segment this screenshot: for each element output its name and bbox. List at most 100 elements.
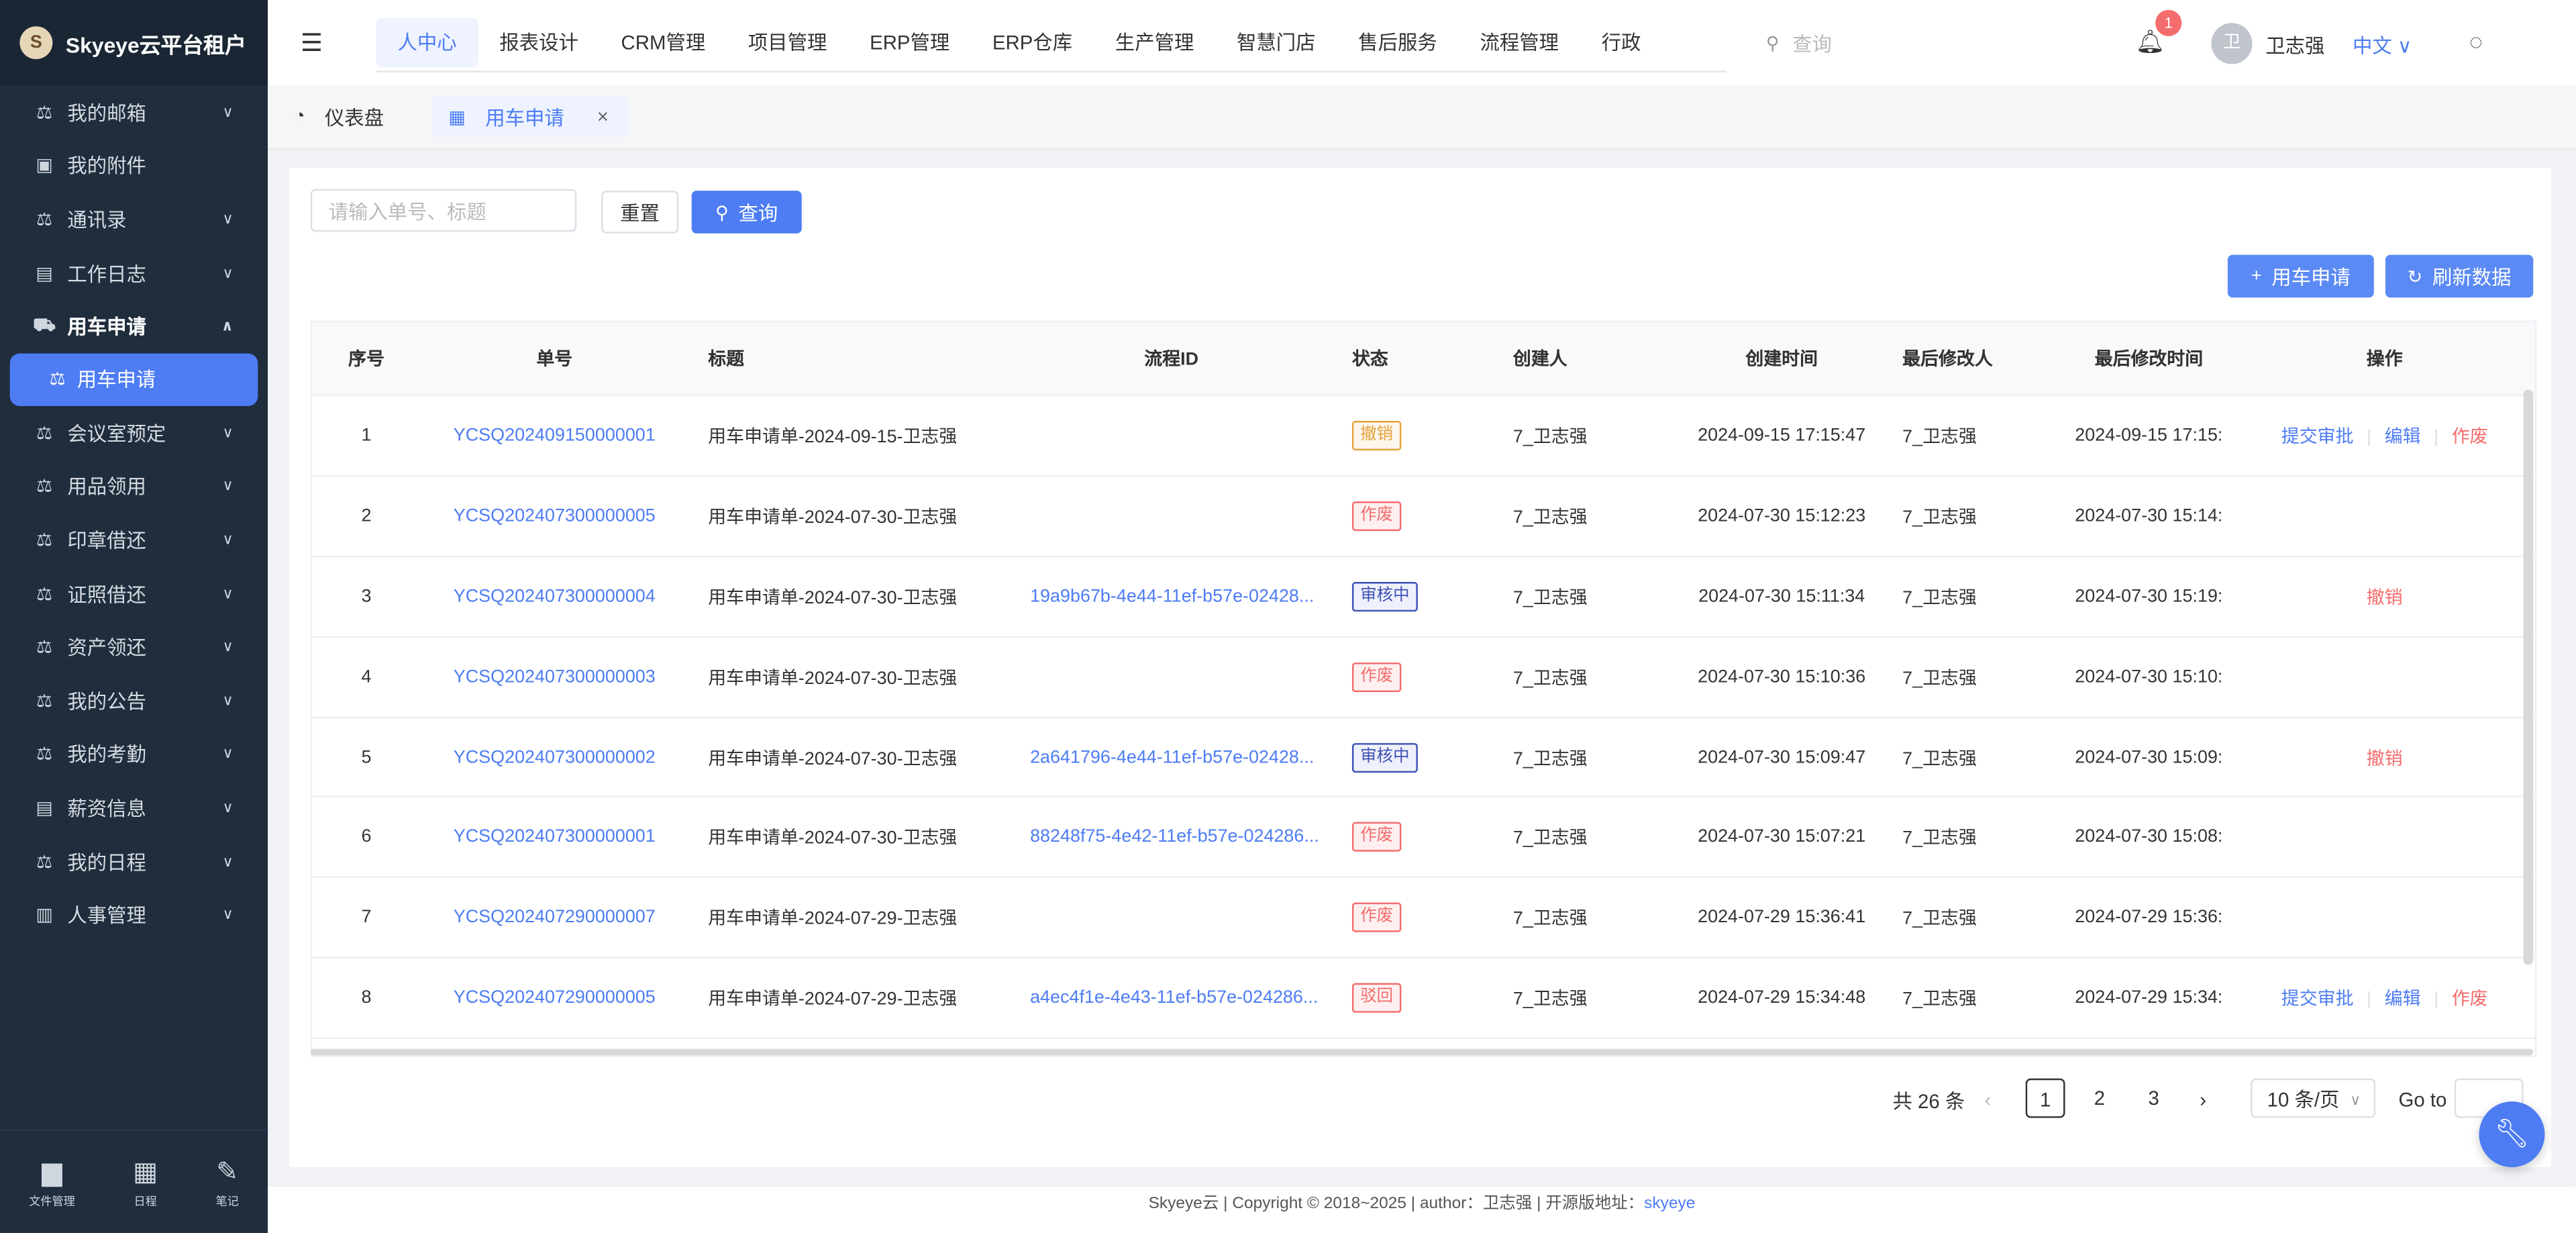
- top-nav-item[interactable]: 生产管理: [1094, 18, 1215, 67]
- submit-approval-button[interactable]: 提交审批: [2281, 990, 2354, 1009]
- action-separator: |: [2434, 989, 2439, 1010]
- tab-dashboard[interactable]: ◔ 仪表盘: [294, 97, 384, 137]
- vertical-scrollbar[interactable]: [2523, 389, 2534, 965]
- prev-page-icon[interactable]: ‹: [1985, 1088, 1992, 1111]
- next-page-icon[interactable]: ›: [2200, 1088, 2206, 1111]
- menu-toggle-icon[interactable]: ☰: [301, 28, 323, 58]
- add-car-application-button[interactable]: + 用车申请: [2227, 254, 2374, 298]
- cell-modifier: 7_卫志强: [1882, 877, 2064, 959]
- sidebar-item[interactable]: ⛟ 用车申请 ∧: [0, 300, 268, 354]
- cell-flow-id-link-text[interactable]: 19a9b67b-4e44-11ef-b57e-02428...: [1030, 587, 1314, 606]
- status-badge: 作废: [1351, 903, 1402, 933]
- cell-flow-id-link[interactable]: [1010, 636, 1333, 718]
- sidebar-item[interactable]: ⚖ 我的公告 ∨: [0, 674, 268, 728]
- page-number-button[interactable]: 1: [2025, 1078, 2065, 1118]
- cell-index-text: 6: [361, 827, 372, 848]
- edit-button[interactable]: 编辑: [2385, 990, 2421, 1009]
- cell-flow-id-link[interactable]: [1010, 395, 1333, 477]
- sidebar-item[interactable]: ⚖ 会议室预定 ∨: [0, 406, 268, 460]
- reset-button[interactable]: 重置: [601, 191, 679, 234]
- cell-actions: 提交审批 | 编辑 | 作废: [2234, 395, 2535, 477]
- sidebar-item[interactable]: ▥ 人事管理 ∨: [0, 888, 268, 942]
- submit-approval-button[interactable]: 提交审批: [2281, 428, 2354, 447]
- sidebar-item[interactable]: ▣ 我的附件: [0, 139, 268, 193]
- cell-flow-id-link[interactable]: a4ec4f1e-4e43-11ef-b57e-024286...: [1010, 958, 1333, 1040]
- cell-flow-id-link[interactable]: 88248f75-4e42-11ef-b57e-024286...: [1010, 797, 1333, 879]
- cell-flow-id-link-text[interactable]: 88248f75-4e42-11ef-b57e-024286...: [1030, 828, 1319, 847]
- chevron-up-icon: ∧: [221, 317, 234, 334]
- chevron-down-icon: ∨: [222, 905, 234, 923]
- sidebar-item[interactable]: ⚖ 我的日程 ∨: [0, 835, 268, 889]
- cell-code-link-text[interactable]: YCSQ202407290000007: [454, 908, 656, 928]
- sidebar-bottom-button[interactable]: ▦ 日程: [133, 1155, 158, 1210]
- global-search[interactable]: ⚲ 查询: [1766, 30, 1832, 58]
- page-size-select[interactable]: 10 条/页 ∨: [2251, 1078, 2376, 1118]
- footer-link[interactable]: skyeye: [1644, 1195, 1695, 1214]
- top-nav-item[interactable]: CRM管理: [600, 18, 727, 67]
- cell-code-link-text[interactable]: YCSQ202407300000001: [454, 828, 656, 847]
- query-button[interactable]: ⚲ 查询: [691, 191, 802, 234]
- cell-code-link-text[interactable]: YCSQ202407300000004: [454, 587, 656, 606]
- sidebar-item[interactable]: ⚖ 通讯录 ∨: [0, 193, 268, 246]
- top-nav-item[interactable]: 项目管理: [727, 18, 848, 67]
- refresh-button[interactable]: ↻ 刷新数据: [2385, 254, 2534, 298]
- search-input[interactable]: 请输入单号、标题: [310, 189, 577, 232]
- top-nav-item[interactable]: 智慧门店: [1215, 18, 1337, 67]
- cell-flow-id-link[interactable]: 2a641796-4e44-11ef-b57e-02428...: [1010, 717, 1333, 799]
- top-nav-item[interactable]: 售后服务: [1337, 18, 1458, 67]
- status-badge: 作废: [1351, 662, 1402, 692]
- cell-flow-id-link-text[interactable]: 2a641796-4e44-11ef-b57e-02428...: [1030, 747, 1314, 767]
- top-nav-item[interactable]: ERP仓库: [971, 18, 1094, 67]
- top-nav-item[interactable]: 行政: [1580, 18, 1662, 67]
- cell-code-link[interactable]: YCSQ202407300000003: [420, 636, 688, 718]
- cell-code-link[interactable]: YCSQ202407300000001: [420, 797, 688, 879]
- void-button[interactable]: 作废: [2452, 990, 2488, 1009]
- cell-flow-id-link-text[interactable]: a4ec4f1e-4e43-11ef-b57e-024286...: [1030, 988, 1318, 1007]
- tab-car-application[interactable]: ▦ 用车申请 ×: [431, 97, 629, 137]
- sidebar-item[interactable]: ⚖ 用品领用 ∨: [0, 460, 268, 513]
- cell-flow-id-link[interactable]: [1010, 877, 1333, 959]
- horizontal-scrollbar[interactable]: [310, 1048, 2534, 1056]
- cell-created-time-text: 2024-07-29 15:34:48: [1698, 988, 1866, 1008]
- page-number-button[interactable]: 3: [2134, 1079, 2173, 1118]
- brand[interactable]: S Skyeye云平台租户: [0, 0, 268, 86]
- sidebar-bottom-button[interactable]: ✎ 笔记: [216, 1155, 239, 1210]
- language-select[interactable]: 中文 ∨: [2353, 32, 2412, 60]
- wrench-icon[interactable]: 🔧︎: [2479, 1101, 2545, 1168]
- cell-code-link-text[interactable]: YCSQ202407300000003: [454, 667, 656, 686]
- cell-flow-id-link[interactable]: 19a9b67b-4e44-11ef-b57e-02428...: [1010, 556, 1333, 638]
- sidebar-item[interactable]: ▤ 薪资信息 ∨: [0, 781, 268, 835]
- cell-code-link-text[interactable]: YCSQ202407290000005: [454, 988, 656, 1007]
- top-nav-item[interactable]: 报表设计: [478, 18, 599, 67]
- cell-flow-id-link[interactable]: [1010, 475, 1333, 557]
- withdraw-button[interactable]: 撤销: [2367, 749, 2403, 769]
- cell-code-link-text[interactable]: YCSQ202409150000001: [454, 426, 656, 445]
- cell-code-link[interactable]: YCSQ202407300000004: [420, 556, 688, 638]
- sidebar-item[interactable]: ⚖ 证照借还 ∨: [0, 566, 268, 620]
- cell-code-link[interactable]: YCSQ202407300000002: [420, 717, 688, 799]
- avatar[interactable]: 卫: [2211, 23, 2253, 64]
- cell-code-link-text[interactable]: YCSQ202407300000005: [454, 506, 656, 526]
- sidebar-subitem-car-application[interactable]: ⚖ 用车申请: [9, 353, 258, 406]
- cell-code-link[interactable]: YCSQ202407300000005: [420, 475, 688, 557]
- cell-code-link[interactable]: YCSQ202409150000001: [420, 395, 688, 477]
- close-icon[interactable]: ×: [597, 105, 609, 128]
- withdraw-button[interactable]: 撤销: [2367, 588, 2403, 607]
- top-nav-item[interactable]: 流程管理: [1459, 18, 1580, 67]
- sidebar-item[interactable]: ⚖ 我的考勤 ∨: [0, 728, 268, 781]
- cell-code-link[interactable]: YCSQ202407290000005: [420, 958, 688, 1040]
- sidebar-item[interactable]: ⚖ 印章借还 ∨: [0, 513, 268, 567]
- chat-icon[interactable]: ◌: [2469, 28, 2483, 54]
- username[interactable]: 卫志强: [2265, 32, 2324, 60]
- sidebar-item[interactable]: ⚖ 我的邮箱 ∨: [0, 85, 268, 139]
- sidebar-bottom-button[interactable]: ▆ 文件管理: [29, 1155, 75, 1210]
- cell-code-link[interactable]: YCSQ202407290000007: [420, 877, 688, 959]
- void-button[interactable]: 作废: [2452, 428, 2488, 447]
- page-number-button[interactable]: 2: [2080, 1079, 2120, 1118]
- cell-code-link-text[interactable]: YCSQ202407300000002: [454, 747, 656, 767]
- edit-button[interactable]: 编辑: [2385, 428, 2421, 447]
- sidebar-item[interactable]: ▤ 工作日志 ∨: [0, 246, 268, 300]
- sidebar-item[interactable]: ⚖ 资产领还 ∨: [0, 620, 268, 674]
- top-nav-item[interactable]: ERP管理: [848, 18, 971, 67]
- top-nav-item[interactable]: 人中心: [376, 17, 478, 68]
